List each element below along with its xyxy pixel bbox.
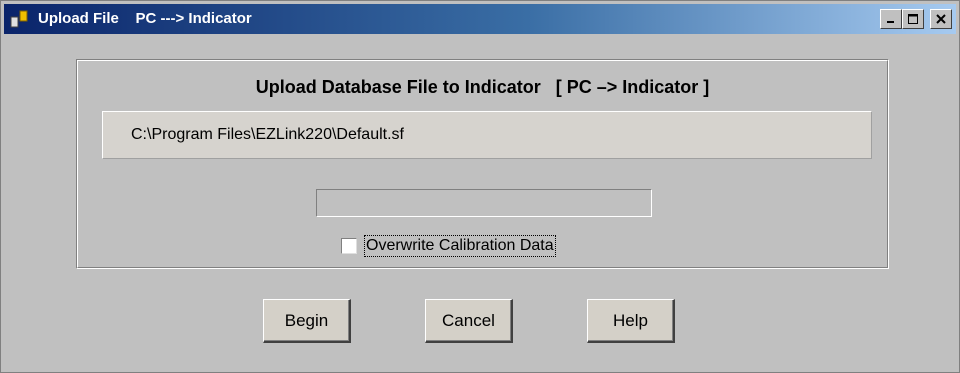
app-icon: [10, 10, 30, 28]
maximize-button[interactable]: [902, 9, 924, 29]
title-bar[interactable]: Upload File PC ---> Indicator: [4, 4, 956, 34]
close-button[interactable]: [930, 9, 952, 29]
upload-file-window: Upload File PC ---> Indicator Upload Dat…: [0, 0, 960, 373]
dialog-heading: Upload Database File to Indicator [ PC –…: [255, 77, 710, 97]
cancel-button[interactable]: Cancel: [425, 299, 513, 343]
upload-group-box: Upload Database File to Indicator [ PC –…: [76, 59, 889, 269]
begin-button[interactable]: Begin: [263, 299, 351, 343]
window-title: Upload File PC ---> Indicator: [38, 10, 252, 27]
overwrite-calibration-checkbox[interactable]: [341, 238, 357, 254]
help-button[interactable]: Help: [587, 299, 675, 343]
overwrite-calibration-label[interactable]: Overwrite Calibration Data: [364, 235, 556, 257]
minimize-icon: [887, 21, 894, 23]
close-icon: [936, 14, 946, 24]
file-path-text: C:\Program Files\EZLink220\Default.sf: [131, 126, 404, 143]
upload-progress-bar: [316, 189, 652, 217]
file-path-field: C:\Program Files\EZLink220\Default.sf: [102, 111, 872, 159]
minimize-button[interactable]: [880, 9, 902, 29]
maximize-icon: [908, 14, 918, 24]
